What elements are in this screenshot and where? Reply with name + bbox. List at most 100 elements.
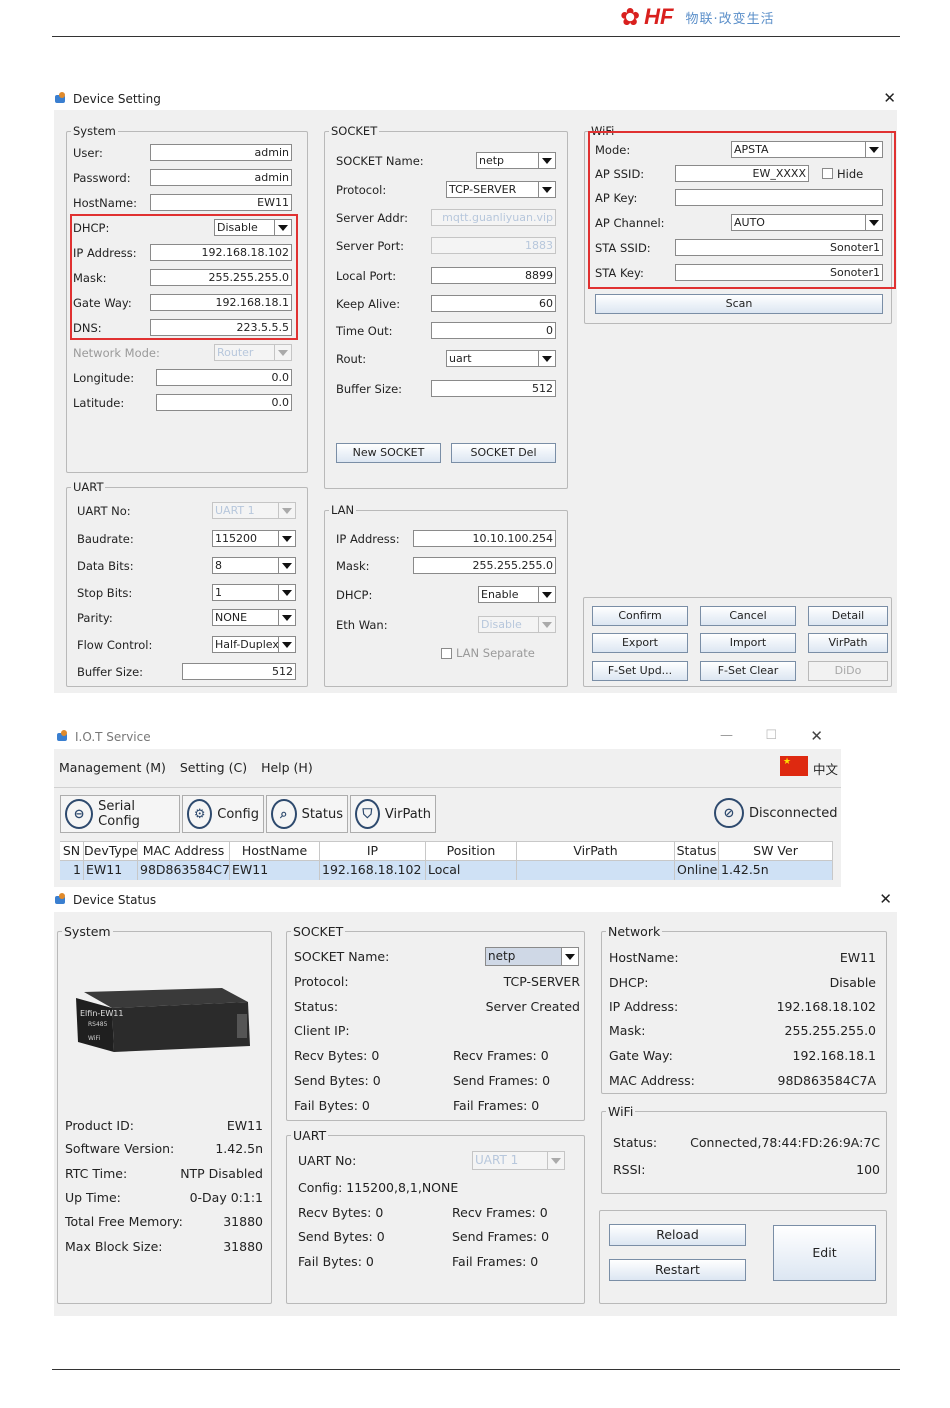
col-swver[interactable]: SW Ver <box>719 842 833 860</box>
language-label[interactable]: 中文 <box>813 759 838 778</box>
chevron-down-icon <box>278 558 295 573</box>
col-virpath[interactable]: VirPath <box>517 842 675 860</box>
rssi-label: RSSI: <box>613 1162 646 1177</box>
virpath-button[interactable]: VirPath <box>808 633 888 653</box>
socket-buffer-field[interactable]: 512 <box>431 380 556 397</box>
device-image-sub2: WiFi <box>88 1035 100 1042</box>
lan-separate-checkbox[interactable] <box>441 648 452 659</box>
brand-logo: ✿ HF 物联·改变生活 <box>620 2 775 32</box>
status-uart-no-select[interactable]: UART 1 <box>472 1151 565 1170</box>
col-mac[interactable]: MAC Address <box>138 842 230 860</box>
reload-button[interactable]: Reload <box>609 1224 746 1246</box>
close-icon[interactable]: ✕ <box>883 91 896 106</box>
status-label: Status <box>301 806 343 822</box>
socket-del-button[interactable]: SOCKET Del <box>451 443 556 463</box>
freemem-value: 31880 <box>223 1214 263 1229</box>
longitude-field[interactable]: 0.0 <box>156 369 292 386</box>
minimize-icon[interactable]: — <box>720 728 733 743</box>
latitude-label: Latitude: <box>73 396 125 410</box>
virpath-tool-button[interactable]: ⛉ VirPath <box>350 795 436 833</box>
uart-no-select[interactable]: UART 1 <box>212 502 296 519</box>
net-mask-label: Mask: <box>609 1023 646 1038</box>
import-button[interactable]: Import <box>700 633 796 653</box>
china-flag-icon[interactable]: ★ <box>780 756 808 776</box>
lan-ip-field[interactable]: 10.10.100.254 <box>413 530 556 547</box>
fset-clear-button[interactable]: F-Set Clear <box>700 661 796 681</box>
new-socket-button[interactable]: New SOCKET <box>336 443 441 463</box>
hostname-field[interactable]: EW11 <box>150 194 292 211</box>
status-protocol-value: TCP-SERVER <box>503 974 580 989</box>
lan-dhcp-select[interactable]: Enable <box>478 586 556 603</box>
uart-buffer-field[interactable]: 512 <box>182 663 296 680</box>
serial-config-label: Serial Config <box>98 799 140 829</box>
flow-select[interactable]: Half-Duplex <box>212 636 296 653</box>
rtc-label: RTC Time: <box>65 1166 128 1181</box>
databits-value: 8 <box>215 559 222 572</box>
table-row[interactable]: 1 EW11 98D863584C7A EW11 192.168.18.102 … <box>60 861 833 880</box>
col-position[interactable]: Position <box>426 842 517 860</box>
confirm-button[interactable]: Confirm <box>592 606 688 626</box>
socket-name-select[interactable]: netp <box>476 152 556 169</box>
fset-upd-button[interactable]: F-Set Upd... <box>592 661 688 681</box>
col-devtype[interactable]: DevType <box>84 842 138 860</box>
server-addr-field[interactable]: mqtt.guanliyuan.vip <box>431 209 556 226</box>
config-button[interactable]: ⚙ Config <box>182 795 264 833</box>
databits-select[interactable]: 8 <box>212 557 296 574</box>
restart-button[interactable]: Restart <box>609 1259 746 1281</box>
col-sn[interactable]: SN <box>60 842 84 860</box>
serial-config-button[interactable]: ⊖ Serial Config <box>60 795 180 833</box>
password-field[interactable]: admin <box>150 169 292 186</box>
maple-leaf-icon: ✿ <box>620 3 641 31</box>
server-port-field[interactable]: 1883 <box>431 237 556 254</box>
hostname-label: HostName: <box>73 196 137 210</box>
config-label: Config <box>217 806 259 822</box>
protocol-select[interactable]: TCP-SERVER <box>446 181 556 198</box>
export-button[interactable]: Export <box>592 633 688 653</box>
edit-button[interactable]: Edit <box>773 1225 876 1281</box>
status-window-title: Device Status <box>73 893 157 907</box>
scan-button[interactable]: Scan <box>595 294 883 314</box>
uart-config: Config: 115200,8,1,NONE <box>298 1180 459 1195</box>
col-ip[interactable]: IP <box>320 842 426 860</box>
menu-management[interactable]: Management (M) <box>59 760 166 775</box>
sw-version-value: 1.42.5n <box>215 1141 263 1156</box>
detail-button[interactable]: Detail <box>808 606 888 626</box>
ethwan-select[interactable]: Disable <box>478 616 556 633</box>
status-network-legend: Network <box>608 924 661 939</box>
freemem-label: Total Free Memory: <box>65 1214 183 1229</box>
cell-sn: 1 <box>60 861 84 880</box>
status-button[interactable]: ⌕ Status <box>266 795 348 833</box>
device-image-sub1: RS485 <box>88 1021 108 1028</box>
baud-select[interactable]: 115200 <box>212 530 296 547</box>
latitude-field[interactable]: 0.0 <box>156 394 292 411</box>
close-icon[interactable]: ✕ <box>879 892 892 907</box>
connection-label: Disconnected <box>749 805 838 821</box>
col-status[interactable]: Status <box>675 842 719 860</box>
user-field[interactable]: admin <box>150 144 292 161</box>
keepalive-label: Keep Alive: <box>336 297 401 311</box>
dido-button[interactable]: DiDo <box>808 661 888 681</box>
col-hostname[interactable]: HostName <box>230 842 320 860</box>
device-setting-titlebar: Device Setting ✕ <box>54 88 900 110</box>
uart-no-label: UART No: <box>77 504 131 518</box>
netmode-select[interactable]: Router <box>214 344 292 361</box>
socket-send-bytes: Send Bytes: 0 <box>294 1073 381 1088</box>
system-legend: System <box>73 124 116 138</box>
parity-select[interactable]: NONE <box>212 609 296 626</box>
maximize-icon[interactable]: ☐ <box>765 728 777 743</box>
timeout-field[interactable]: 0 <box>431 322 556 339</box>
keepalive-field[interactable]: 60 <box>431 295 556 312</box>
lan-mask-field[interactable]: 255.255.255.0 <box>413 557 556 574</box>
close-icon[interactable]: ✕ <box>810 729 823 744</box>
rssi-value: 100 <box>856 1162 880 1177</box>
socket-name-label: SOCKET Name: <box>336 154 424 168</box>
local-port-field[interactable]: 8899 <box>431 267 556 284</box>
stopbits-select[interactable]: 1 <box>212 584 296 601</box>
status-socket-select[interactable]: netp <box>485 947 579 966</box>
menu-help[interactable]: Help (H) <box>261 760 313 775</box>
rout-select[interactable]: uart <box>446 350 556 367</box>
status-uart-no-label: UART No: <box>298 1153 357 1168</box>
connection-status[interactable]: ⊘ Disconnected <box>714 798 837 828</box>
cancel-button[interactable]: Cancel <box>700 606 796 626</box>
menu-setting[interactable]: Setting (C) <box>180 760 247 775</box>
